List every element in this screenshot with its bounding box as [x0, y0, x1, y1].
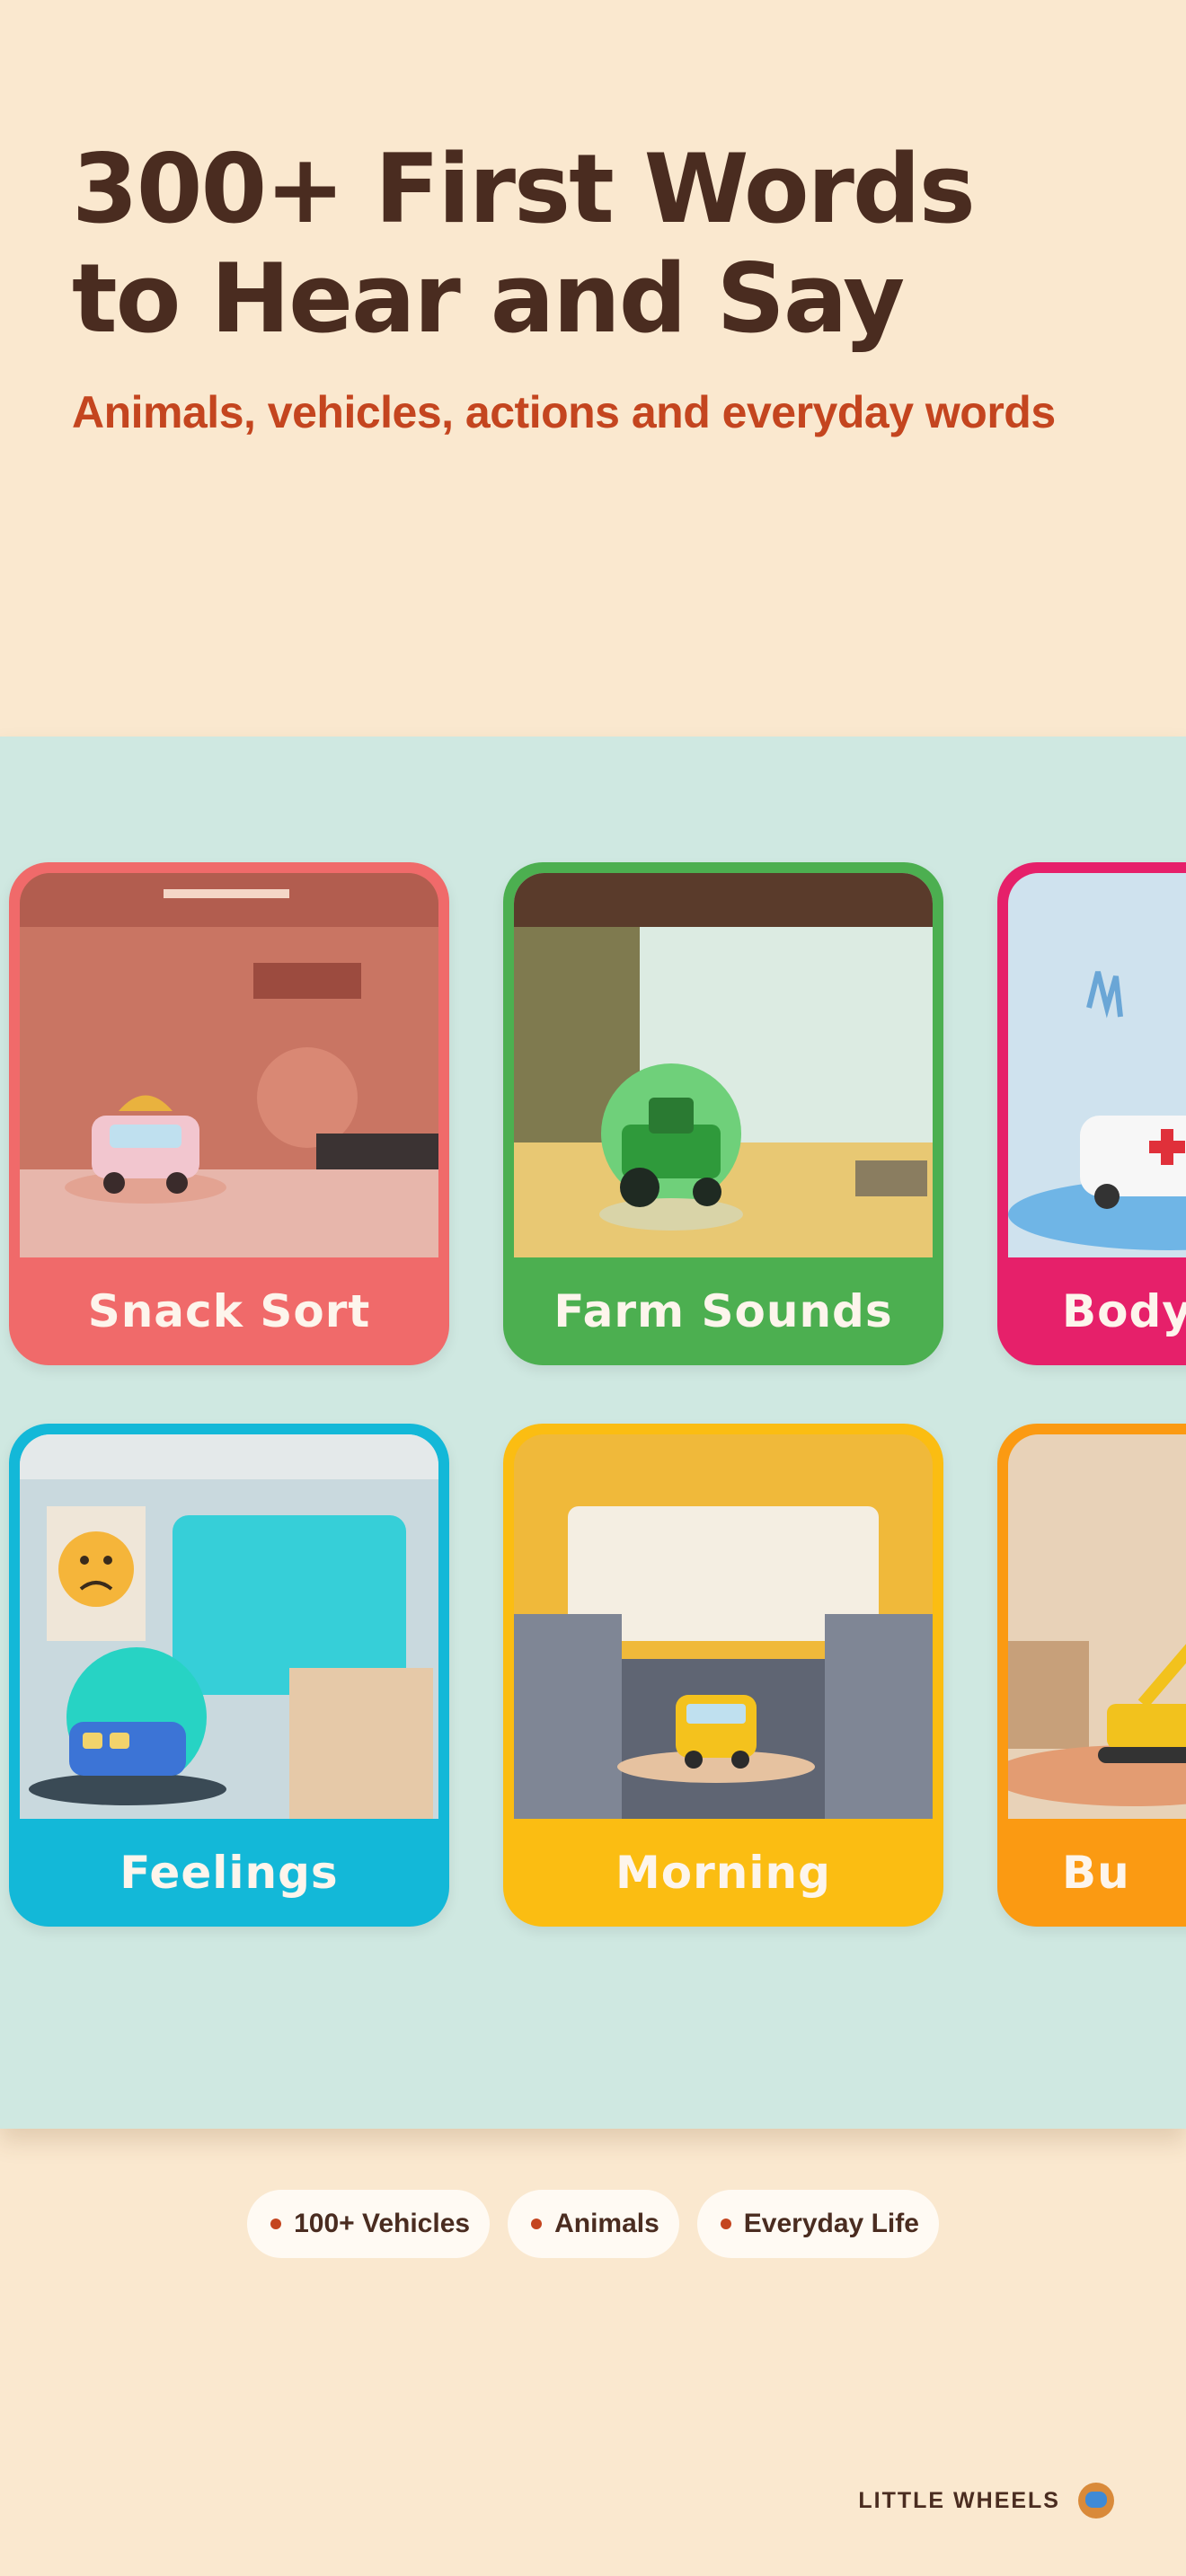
snack-sort-image [20, 873, 438, 1257]
card-bu[interactable]: Bu [997, 1424, 1186, 1927]
train-icon [69, 1722, 186, 1776]
chip-animals: Animals [508, 2190, 679, 2258]
page-title: 300+ First Words to Hear and Say [72, 135, 1114, 354]
bullet-dot [531, 2219, 543, 2229]
chip-label: Animals [554, 2209, 659, 2238]
card-morning[interactable]: Morning [503, 1424, 943, 1927]
bullet-dot [270, 2219, 282, 2229]
card-feelings[interactable]: Feelings [9, 1424, 449, 1927]
feature-chips: 100+ Vehicles Animals Everyday Life [0, 2190, 1186, 2258]
card-label: Feelings [119, 1847, 339, 1899]
title-line-1: 300+ First Words [72, 134, 976, 244]
chip-label: Everyday Life [743, 2209, 919, 2238]
card-label: Farm Sounds [553, 1285, 893, 1337]
subtitle: Animals, vehicles, actions and everyday … [72, 387, 1056, 437]
farm-sounds-image [514, 873, 933, 1257]
card-label: Body [1062, 1285, 1186, 1337]
card-label: Morning [615, 1847, 831, 1899]
ambulance-icon [1080, 1116, 1186, 1209]
card-label: Bu [1062, 1847, 1130, 1899]
brand-name: LITTLE WHEELS [858, 2487, 1060, 2513]
bullet-dot [720, 2219, 731, 2229]
bu-image [1008, 1434, 1186, 1819]
activity-grid: Snack Sort Farm Sounds Body Feelings Mor… [0, 737, 1186, 2129]
card-body[interactable]: Body [997, 862, 1186, 1365]
truck-logo-icon [1078, 2483, 1114, 2519]
brand-footer: LITTLE WHEELS [858, 2483, 1114, 2519]
morning-image [514, 1434, 933, 1819]
card-label: Snack Sort [87, 1285, 371, 1337]
body-image [1008, 873, 1186, 1257]
card-farm-sounds[interactable]: Farm Sounds [503, 862, 943, 1365]
chip-label: 100+ Vehicles [294, 2209, 471, 2238]
chip-vehicles: 100+ Vehicles [247, 2190, 491, 2258]
school-bus-icon [676, 1695, 757, 1769]
hero-section: 300+ First Words to Hear and Say Animals… [0, 0, 1186, 737]
card-snack-sort[interactable]: Snack Sort [9, 862, 449, 1365]
chip-everyday-life: Everyday Life [696, 2190, 939, 2258]
title-line-2: to Hear and Say [72, 243, 905, 354]
feelings-image [20, 1434, 438, 1819]
